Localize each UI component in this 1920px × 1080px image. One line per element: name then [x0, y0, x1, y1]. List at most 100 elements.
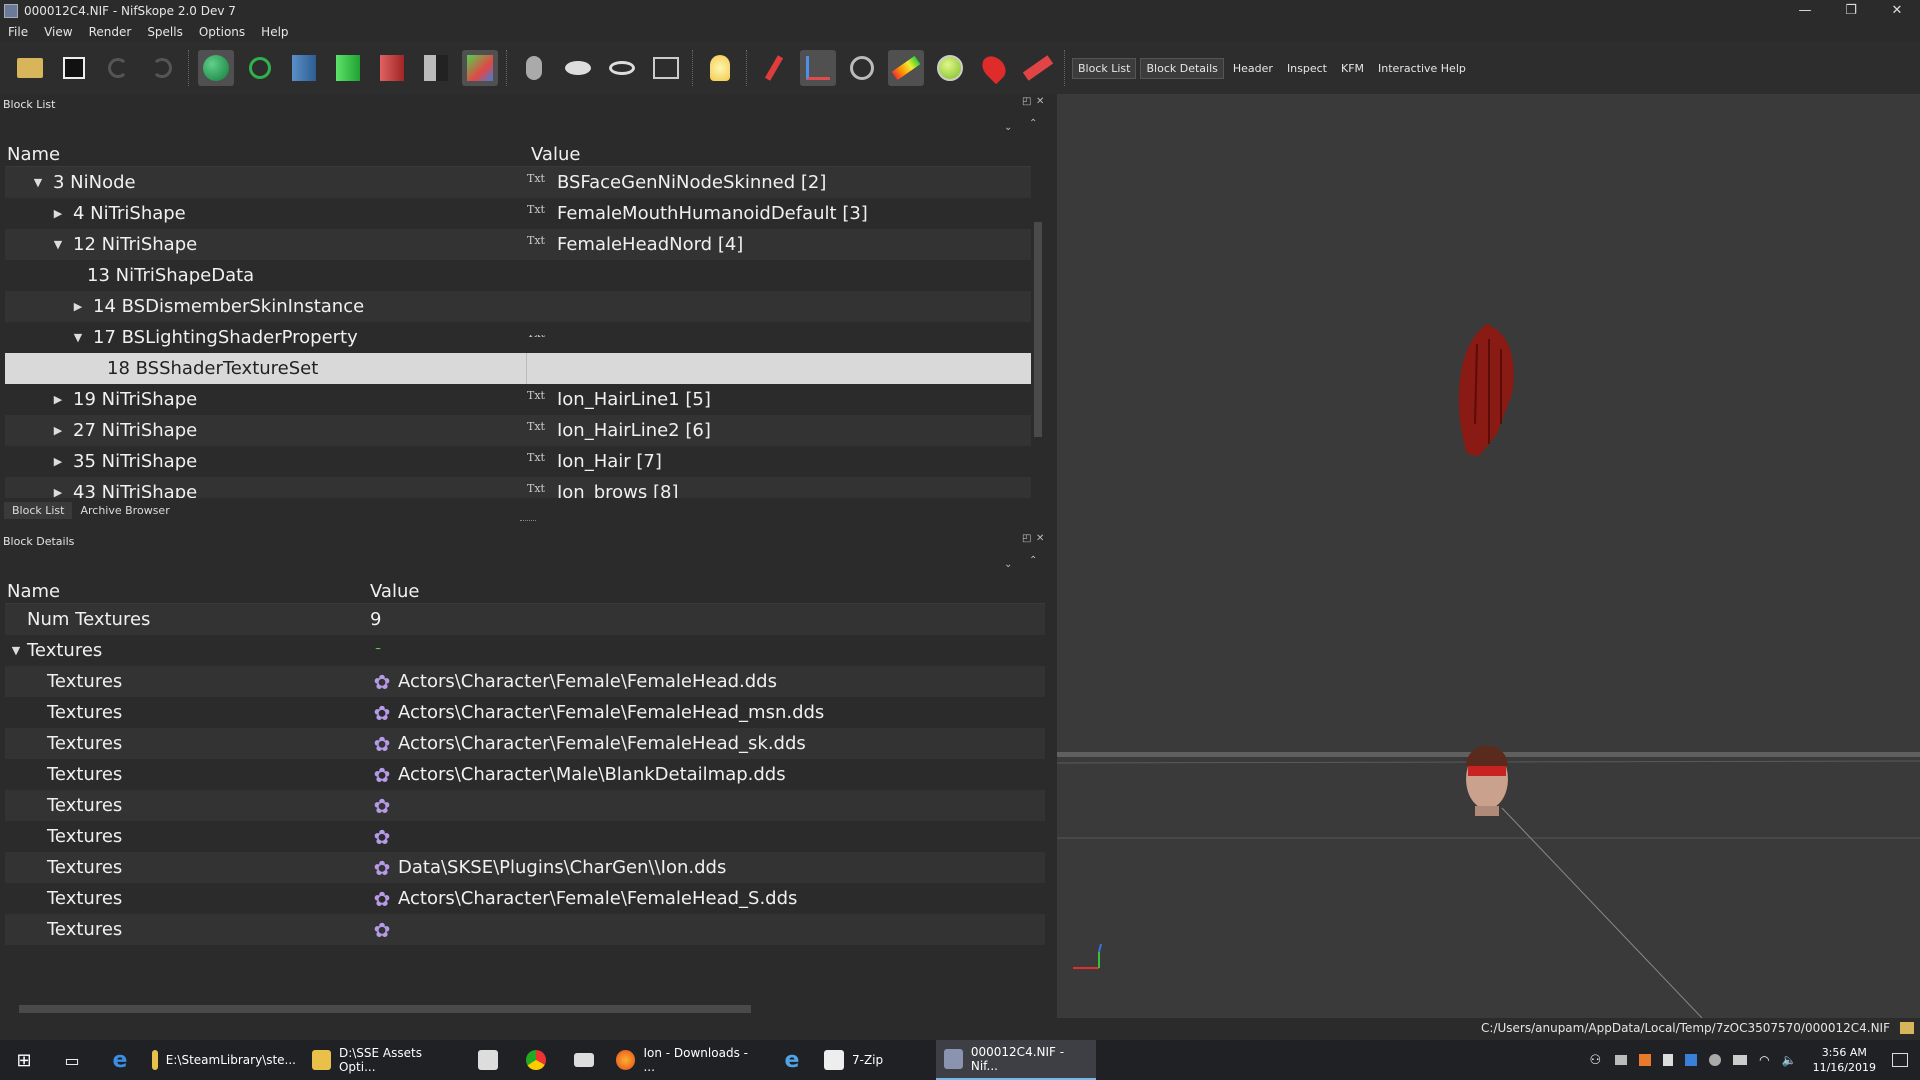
detail-row-value[interactable]: Data\SKSE\Plugins\CharGen\\Ion.dds — [398, 857, 726, 878]
close-button[interactable]: ✕ — [1874, 0, 1920, 22]
expanded-arrow-icon[interactable]: ▼ — [69, 331, 87, 344]
kfm-toggle[interactable]: KFM — [1336, 59, 1369, 78]
block-details-toggle[interactable]: Block Details — [1140, 57, 1224, 79]
shaders-button[interactable] — [462, 50, 498, 86]
people-icon[interactable]: ⚇ — [1590, 1053, 1602, 1068]
minimize-button[interactable]: — — [1782, 0, 1828, 22]
collapsed-arrow-icon[interactable]: ▶ — [49, 486, 67, 498]
show-axes-button[interactable] — [800, 50, 836, 86]
detail-row[interactable]: Textures ✿ Actors\Character\Male\BlankDet… — [5, 759, 1045, 790]
collapsed-arrow-icon[interactable]: ▶ — [49, 207, 67, 220]
detail-row[interactable]: Textures ✿ — [5, 914, 1045, 945]
show-hidden-button[interactable] — [560, 50, 596, 86]
block-list-scroll-thumb[interactable] — [1034, 222, 1042, 437]
steam-icon[interactable] — [1709, 1054, 1722, 1066]
value-column-header[interactable]: Value — [366, 581, 419, 602]
tab-block-list[interactable]: Block List — [4, 502, 73, 519]
skeleton-button[interactable] — [516, 50, 552, 86]
block-list-close-button[interactable]: ✕ — [1036, 96, 1044, 107]
tree-row[interactable]: ▶ 43 NiTriShape Txt Ion_brows [8] — [5, 477, 1031, 498]
restore-button[interactable]: ❐ — [1828, 0, 1874, 22]
collapsed-arrow-icon[interactable]: ▶ — [49, 393, 67, 406]
tray-app-icon[interactable] — [1639, 1054, 1652, 1066]
show-markers-pin-button[interactable] — [976, 50, 1012, 86]
expanded-arrow-icon[interactable]: ▼ — [29, 176, 47, 189]
taskbar-firefox[interactable]: Ion - Downloads - ... — [608, 1040, 768, 1080]
detail-row[interactable]: Num Textures 9 — [5, 604, 1045, 635]
battery-icon[interactable] — [1733, 1055, 1748, 1065]
lighting-button[interactable] — [702, 50, 738, 86]
menu-file[interactable]: File — [0, 25, 36, 39]
block-details-close-button[interactable]: ✕ — [1036, 533, 1044, 544]
name-column-header[interactable]: Name — [5, 581, 366, 602]
folder-icon[interactable] — [1900, 1022, 1914, 1034]
taskbar-nifskope[interactable]: 000012C4.NIF - Nif... — [936, 1040, 1096, 1080]
tab-archive-browser[interactable]: Archive Browser — [72, 502, 177, 519]
edge-button[interactable]: e — [96, 1040, 144, 1080]
detail-row-value[interactable]: Actors\Character\Male\BlankDetailmap.dds — [398, 764, 786, 785]
block-details-hscrollbar[interactable] — [5, 1002, 1045, 1016]
store-button[interactable] — [464, 1040, 512, 1080]
tree-row[interactable]: ▶ 14 BSDismemberSkinInstance — [5, 291, 1031, 322]
interactive-help-toggle[interactable]: Interactive Help — [1373, 59, 1471, 78]
ie-button[interactable]: e — [768, 1040, 816, 1080]
refresh-icon[interactable]: ↻ — [372, 648, 384, 654]
expanded-arrow-icon[interactable]: ▼ — [49, 238, 67, 251]
detail-row[interactable]: Textures ✿ — [5, 821, 1045, 852]
menu-spells[interactable]: Spells — [139, 25, 191, 39]
detail-row-value[interactable]: Actors\Character\Female\FemaleHead_msn.d… — [398, 702, 824, 723]
show-collision-button[interactable] — [932, 50, 968, 86]
show-nodes-button[interactable] — [756, 50, 792, 86]
menu-render[interactable]: Render — [81, 25, 140, 39]
select-object-button[interactable] — [198, 50, 234, 86]
name-column-header[interactable]: Name — [5, 144, 527, 165]
block-list-collapse-icon[interactable]: ⌄ — [1004, 122, 1012, 133]
block-list-expand-icon[interactable]: ⌃ — [1029, 118, 1037, 129]
vertex-colors-button[interactable] — [330, 50, 366, 86]
collapsed-arrow-icon[interactable]: ▶ — [49, 455, 67, 468]
block-details-collapse-icon[interactable]: ⌄ — [1004, 559, 1012, 570]
tree-row[interactable]: 13 NiTriShapeData — [5, 260, 1031, 291]
show-hidden-erase-button[interactable] — [1020, 50, 1056, 86]
detail-row-value[interactable]: Actors\Character\Female\FemaleHead_S.dds — [398, 888, 797, 909]
block-list-float-button[interactable]: ◰ — [1022, 96, 1031, 107]
detail-row-value[interactable]: Actors\Character\Female\FemaleHead_sk.dd… — [398, 733, 806, 754]
taskbar-explorer-2[interactable]: D:\SSE Assets Opti... — [304, 1040, 464, 1080]
detail-row[interactable]: Textures ✿ — [5, 790, 1045, 821]
menu-view[interactable]: View — [36, 25, 80, 39]
hscroll-thumb[interactable] — [19, 1005, 751, 1013]
detail-row[interactable]: ▼Textures ↻ — [5, 635, 1045, 666]
tray-app-icon[interactable] — [1685, 1054, 1698, 1066]
tree-row[interactable]: ▶ 27 NiTriShape Txt Ion_HairLine2 [6] — [5, 415, 1031, 446]
block-list-toggle[interactable]: Block List — [1072, 57, 1137, 79]
render-viewport[interactable] — [1057, 94, 1920, 1018]
block-list-scrollbar[interactable] — [1032, 142, 1044, 498]
normals-button[interactable] — [374, 50, 410, 86]
tree-row[interactable]: ▶ 4 NiTriShape Txt FemaleMouthHumanoidDefa… — [5, 198, 1031, 229]
menu-help[interactable]: Help — [253, 25, 296, 39]
chrome-button[interactable] — [512, 1040, 560, 1080]
show-markers-button[interactable] — [604, 50, 640, 86]
open-button[interactable] — [12, 50, 48, 86]
tree-row[interactable]: ▶ 19 NiTriShape Txt Ion_HairLine1 [5] — [5, 384, 1031, 415]
block-details-expand-icon[interactable]: ⌃ — [1029, 555, 1037, 566]
tray-app-icon[interactable] — [1615, 1055, 1628, 1065]
tree-row-selected[interactable]: 18 BSShaderTextureSet — [5, 353, 1031, 384]
mail-button[interactable] — [560, 1040, 608, 1080]
start-button[interactable]: ⊞ — [0, 1040, 48, 1080]
tree-row[interactable]: ▼ 17 BSLightingShaderProperty Txt — [5, 322, 1031, 353]
menu-options[interactable]: Options — [191, 25, 253, 39]
tree-row[interactable]: ▼ 3 NiNode Txt BSFaceGenNiNodeSkinned [2] — [5, 167, 1031, 198]
redo-button[interactable] — [144, 50, 180, 86]
expanded-arrow-icon[interactable]: ▼ — [7, 644, 25, 657]
detail-row[interactable]: Textures ✿ Data\SKSE\Plugins\CharGen\\Ion… — [5, 852, 1045, 883]
splitter-handle[interactable] — [520, 520, 536, 521]
collapsed-arrow-icon[interactable]: ▶ — [49, 424, 67, 437]
inspect-toggle[interactable]: Inspect — [1282, 59, 1332, 78]
show-constraints-button[interactable] — [844, 50, 880, 86]
collapsed-arrow-icon[interactable]: ▶ — [69, 300, 87, 313]
detail-row[interactable]: Textures ✿ Actors\Character\Female\Female… — [5, 728, 1045, 759]
undo-button[interactable] — [100, 50, 136, 86]
block-details-float-button[interactable]: ◰ — [1022, 533, 1031, 544]
detail-row[interactable]: Textures ✿ Actors\Character\Female\Female… — [5, 883, 1045, 914]
